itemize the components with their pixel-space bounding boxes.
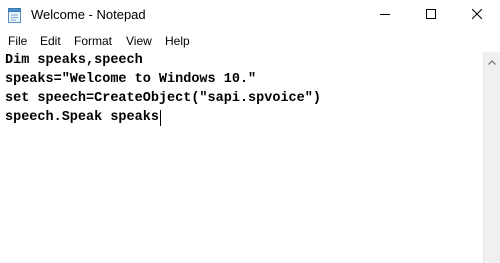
menu-view[interactable]: View bbox=[126, 33, 152, 49]
editor-line-current: speech.Speak speaks bbox=[5, 110, 161, 126]
menu-help[interactable]: Help bbox=[165, 33, 190, 49]
text-editor[interactable]: Dim speaks,speech speaks="Welcome to Win… bbox=[0, 52, 483, 263]
title-bar[interactable]: Welcome - Notepad bbox=[0, 0, 500, 31]
window-title: Welcome - Notepad bbox=[31, 7, 146, 22]
minimize-button[interactable] bbox=[362, 0, 408, 30]
maximize-button[interactable] bbox=[408, 0, 454, 30]
minimize-icon bbox=[380, 6, 390, 24]
close-button[interactable] bbox=[454, 0, 500, 30]
close-icon bbox=[471, 6, 483, 24]
editor-line: Dim speaks,speech bbox=[5, 53, 143, 68]
notepad-icon bbox=[8, 7, 22, 23]
editor-line: set speech=CreateObject("sapi.spvoice") bbox=[5, 91, 321, 106]
notepad-window: Welcome - Notepad File Edit Format View bbox=[0, 0, 500, 263]
menu-file[interactable]: File bbox=[8, 33, 27, 49]
vertical-scrollbar[interactable] bbox=[483, 52, 500, 263]
menu-format[interactable]: Format bbox=[74, 33, 112, 49]
maximize-icon bbox=[426, 6, 436, 24]
editor-line-text: speech.Speak speaks bbox=[5, 110, 159, 125]
editor-line: speaks="Welcome to Windows 10." bbox=[5, 72, 257, 87]
scroll-up-button[interactable] bbox=[484, 52, 500, 69]
menu-edit[interactable]: Edit bbox=[40, 33, 61, 49]
scroll-up-arrow-icon bbox=[488, 52, 496, 70]
text-caret bbox=[159, 110, 161, 126]
menu-bar: File Edit Format View Help bbox=[0, 31, 500, 51]
